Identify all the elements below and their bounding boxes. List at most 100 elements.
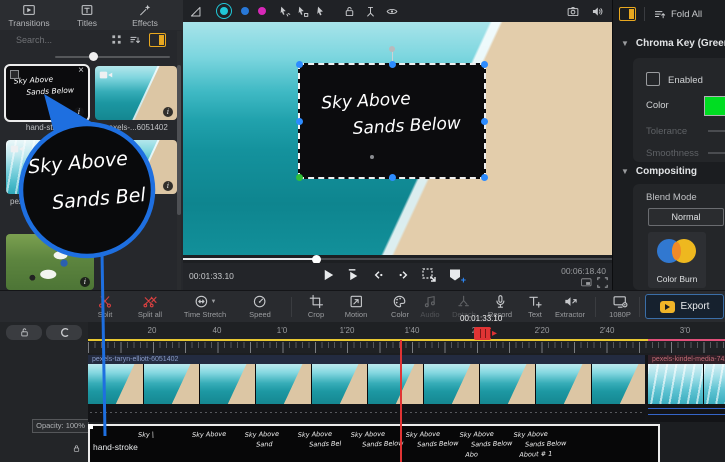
magenta-color-dot[interactable]	[258, 7, 266, 15]
tab-titles[interactable]: Titles	[58, 0, 116, 30]
cursor-select-icon[interactable]	[314, 5, 327, 18]
speed-gauge-icon	[253, 294, 268, 309]
panel-toggle-icon[interactable]	[619, 7, 636, 21]
track-lock-button[interactable]	[6, 325, 42, 340]
enabled-checkbox[interactable]	[646, 72, 660, 86]
video-canvas[interactable]: Sky Above Sands Below	[183, 22, 612, 255]
info-icon[interactable]: i	[74, 107, 84, 117]
cursor-star-icon[interactable]	[278, 5, 291, 18]
tool-resolution[interactable]: 1080P	[609, 294, 631, 319]
media-item-grass[interactable]: i	[6, 234, 94, 290]
export-button[interactable]: Export	[645, 294, 724, 319]
resize-handle-left[interactable]	[296, 118, 303, 125]
transport-controls: +	[321, 267, 463, 283]
resize-handle-right[interactable]	[481, 118, 488, 125]
play-button[interactable]	[321, 267, 336, 283]
media-item-hand-stroke[interactable]: Sky Above Sands Below × i	[6, 66, 88, 120]
chevron-down-icon: ▼	[621, 167, 629, 176]
monitor-gear-icon	[612, 294, 628, 309]
tool-color[interactable]: Color	[391, 294, 409, 319]
lock-icon[interactable]	[343, 5, 356, 18]
playhead-marker[interactable]	[474, 327, 491, 340]
color-label: Color	[646, 100, 669, 111]
snapshot-camera-icon[interactable]	[566, 5, 580, 18]
rotation-handle[interactable]	[389, 46, 395, 52]
info-icon[interactable]: i	[163, 107, 173, 117]
timeline-ruler[interactable]: 20 40 1'0 1'20 1'40 2'0 2'20 2'40 3'0 00…	[88, 322, 725, 353]
magnet-snap-button[interactable]	[46, 325, 82, 340]
magic-wand-icon	[138, 3, 152, 17]
cyan-color-dot-selected[interactable]	[216, 3, 232, 19]
tool-extractor[interactable]: Extractor	[555, 294, 585, 319]
stand-icon[interactable]	[364, 5, 377, 18]
tab-transitions[interactable]: Transitions	[0, 0, 58, 30]
resize-handle-tr[interactable]	[481, 61, 488, 68]
tool-crop[interactable]: Crop	[308, 294, 324, 319]
tab-label: Titles	[77, 18, 97, 28]
cursor-box-icon[interactable]	[296, 5, 309, 18]
tool-split[interactable]: Split	[98, 294, 113, 319]
tool-split-all[interactable]: Split all	[138, 294, 162, 319]
ruler-overline-yellow	[88, 339, 648, 341]
info-icon[interactable]: i	[80, 277, 90, 287]
info-icon[interactable]: i	[163, 181, 173, 191]
save-frame-button[interactable]: +	[447, 267, 463, 283]
resize-handle-top[interactable]	[389, 61, 396, 68]
app-window: Transitions Titles Effects Sky Above	[0, 0, 725, 462]
smoothness-slider[interactable]	[708, 152, 725, 154]
preview-seekbar[interactable]	[183, 255, 612, 263]
previous-frame-button[interactable]	[371, 267, 386, 283]
tab-effects[interactable]: Effects	[116, 0, 174, 30]
thumbnail-size-slider[interactable]	[55, 52, 170, 62]
resize-handle-bottom[interactable]	[389, 174, 396, 181]
thumb-checkbox[interactable]	[10, 70, 19, 79]
timeline-corner-lock-icon[interactable]	[72, 444, 81, 453]
blend-mode-dropdown[interactable]: Normal	[648, 208, 724, 226]
opacity-control[interactable]: Opacity: 100%	[32, 419, 89, 433]
speaker-icon[interactable]	[590, 5, 604, 18]
sort-icon[interactable]	[129, 34, 141, 46]
ruler-icon[interactable]	[189, 5, 202, 18]
fullscreen-icon[interactable]	[597, 277, 608, 288]
video-camera-icon	[10, 144, 24, 154]
video-clip-1[interactable]: pexels-taryn-elliott-6051402	[88, 355, 645, 422]
transitions-icon	[22, 3, 36, 17]
playhead-line[interactable]	[400, 340, 402, 462]
snapshot-frame-button[interactable]	[421, 267, 437, 283]
media-item-pexels-beach2[interactable]: i	[95, 140, 177, 194]
text-track-hand-stroke[interactable]: hand-stroke Sky | Sky Above Sky AboveSan…	[88, 424, 660, 462]
scrollbar-thumb[interactable]	[177, 65, 181, 215]
search-input[interactable]	[14, 34, 104, 46]
sidebar-tabbar: Transitions Titles Effects	[0, 0, 183, 30]
panel-toggle-icon[interactable]	[149, 33, 166, 47]
resize-handle-br[interactable]	[481, 174, 488, 181]
slider-handle[interactable]	[89, 52, 98, 61]
magnet-icon	[59, 327, 70, 338]
blend-card-color-burn[interactable]: Color Burn	[648, 232, 706, 288]
play-from-start-button[interactable]	[346, 267, 361, 283]
resize-handle-bl[interactable]	[296, 174, 303, 181]
pip-icon[interactable]	[581, 278, 592, 287]
text-overlay-box[interactable]: Sky Above Sands Below	[298, 63, 486, 179]
compositing-section-header[interactable]: ▼ Compositing	[621, 166, 697, 177]
selection-handle[interactable]	[88, 424, 93, 429]
resize-handle-tl[interactable]	[296, 61, 303, 68]
blue-color-dot[interactable]	[241, 7, 249, 15]
media-item-pexels-beach[interactable]: i	[95, 66, 177, 120]
tolerance-slider[interactable]	[708, 130, 725, 132]
chevron-down-icon: ▼	[621, 39, 629, 48]
media-item-pexels-wave[interactable]	[6, 140, 88, 194]
grid-view-icon[interactable]	[111, 34, 122, 45]
eye-icon[interactable]	[385, 5, 399, 18]
tool-speed[interactable]: Speed	[249, 294, 271, 319]
blend-mode-label: Blend Mode	[646, 192, 697, 203]
tool-time-stretch[interactable]: ▼ Time Stretch	[184, 294, 226, 319]
chroma-color-swatch[interactable]	[704, 96, 725, 116]
chroma-section-header[interactable]: ▼ Chroma Key (Green Screen	[621, 38, 725, 49]
close-icon[interactable]: ×	[78, 66, 84, 76]
next-frame-button[interactable]	[396, 267, 411, 283]
video-clip-2[interactable]: pexels-kindel-media-742133	[648, 355, 725, 422]
tool-motion[interactable]: Motion	[345, 294, 368, 319]
tool-text[interactable]: Text	[528, 294, 543, 319]
fold-all-button[interactable]: Fold All	[671, 9, 702, 20]
